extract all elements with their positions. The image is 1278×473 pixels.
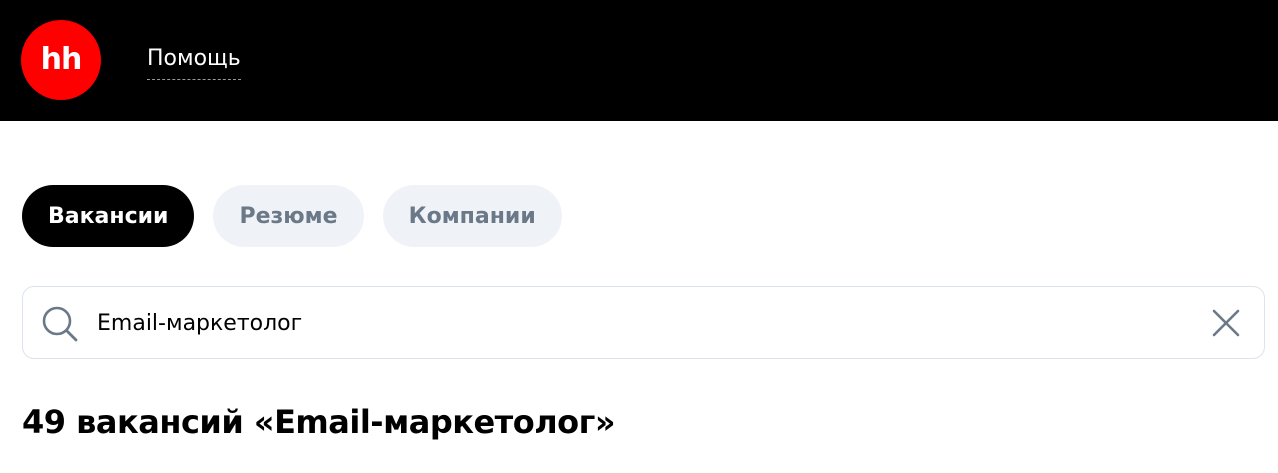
help-link[interactable]: Помощь <box>147 45 241 80</box>
results-title: 49 вакансий «Email-маркетолог» <box>22 403 616 441</box>
tab-vacancies[interactable]: Вакансии <box>22 185 195 247</box>
search-bar <box>22 286 1265 359</box>
tab-resumes[interactable]: Резюме <box>213 185 364 247</box>
search-type-tabs: Вакансии Резюме Компании <box>22 185 562 247</box>
hh-logo[interactable]: hh <box>21 20 101 100</box>
site-header: hh Помощь <box>0 0 1278 121</box>
tab-companies[interactable]: Компании <box>382 185 562 247</box>
search-icon[interactable] <box>40 304 80 344</box>
close-icon[interactable] <box>1210 307 1242 339</box>
search-input[interactable] <box>97 303 1177 343</box>
